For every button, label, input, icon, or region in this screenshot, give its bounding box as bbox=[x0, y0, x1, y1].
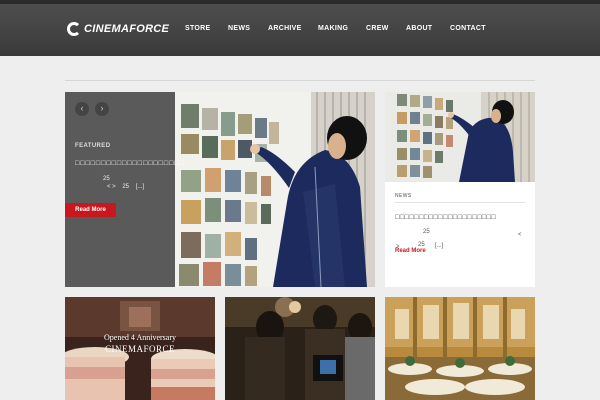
logo-icon bbox=[67, 22, 81, 36]
news-card-photo[interactable] bbox=[385, 92, 535, 182]
logo-text: CINEMAFORCE bbox=[84, 23, 170, 35]
news-card-label: NEWS bbox=[395, 193, 412, 199]
nav-item-news[interactable]: NEWS bbox=[228, 25, 250, 32]
news-card-title[interactable]: □□□□□□□□□□□□□□□□□□□□□ bbox=[395, 214, 525, 221]
featured-slider: ‹ › FEATURED □□□□□□□□□□□□□□□□□□□□□ 25 < … bbox=[65, 92, 375, 287]
content-divider bbox=[65, 80, 535, 81]
thumb-card-making[interactable] bbox=[225, 297, 375, 400]
featured-meta-line2: < > 25 [...] bbox=[107, 184, 145, 190]
slider-prev-button[interactable]: ‹ bbox=[75, 102, 89, 116]
thumb-card-ballroom[interactable] bbox=[385, 297, 535, 400]
nav-item-archive[interactable]: ARCHIVE bbox=[268, 25, 302, 32]
nav-item-crew[interactable]: CREW bbox=[366, 25, 389, 32]
nav-item-contact[interactable]: CONTACT bbox=[450, 25, 486, 32]
featured-title[interactable]: □□□□□□□□□□□□□□□□□□□□□ bbox=[75, 160, 184, 167]
news-card: NEWS □□□□□□□□□□□□□□□□□□□□□ 25 < > 25 [..… bbox=[385, 92, 535, 287]
featured-label: FEATURED bbox=[75, 143, 111, 149]
news-card-meta-num: 25 bbox=[423, 229, 430, 235]
featured-read-more-button[interactable]: Read More bbox=[65, 203, 116, 217]
featured-panel: ‹ › FEATURED □□□□□□□□□□□□□□□□□□□□□ 25 < … bbox=[65, 92, 184, 287]
thumb-card-anniversary[interactable]: Opened 4 Anniversary CINEMAFORCE bbox=[65, 297, 215, 400]
thumb-anniversary-line1: Opened 4 Anniversary bbox=[104, 333, 176, 342]
featured-meta-line1: 25 bbox=[103, 176, 110, 182]
nav-item-making[interactable]: MAKING bbox=[318, 25, 348, 32]
slider-next-button[interactable]: › bbox=[95, 102, 109, 116]
news-card-meta-ellipsis: [...] bbox=[435, 243, 444, 249]
thumb-photo-making bbox=[225, 297, 375, 400]
thumb-photo-ballroom bbox=[385, 297, 535, 400]
news-card-meta-lt: < bbox=[518, 232, 522, 238]
site-header: CINEMAFORCE STORE NEWS ARCHIVE MAKING CR… bbox=[0, 0, 600, 56]
news-card-divider bbox=[395, 202, 525, 203]
news-card-read-more-link[interactable]: Read More bbox=[395, 248, 426, 254]
thumb-anniversary-line2: CINEMAFORCE bbox=[104, 344, 175, 354]
featured-photo[interactable] bbox=[175, 92, 375, 287]
nav-item-store[interactable]: STORE bbox=[185, 25, 211, 32]
nav-item-about[interactable]: ABOUT bbox=[406, 25, 432, 32]
site-logo[interactable]: CINEMAFORCE bbox=[67, 22, 169, 36]
